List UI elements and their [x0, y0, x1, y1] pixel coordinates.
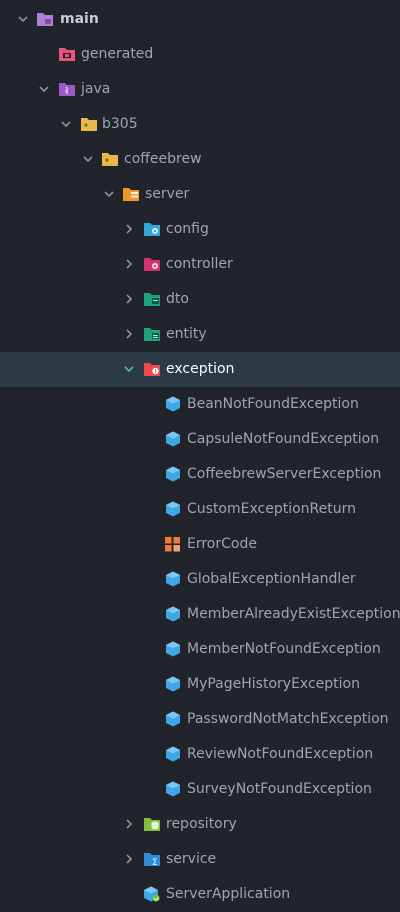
- java-class-icon: [166, 781, 180, 797]
- controller-folder-icon: [144, 258, 160, 271]
- chevron-right-icon[interactable]: [122, 817, 136, 831]
- java-class-icon: [166, 396, 180, 412]
- tree-label: MemberAlreadyExistException: [187, 606, 400, 622]
- tree-label: ServerApplication: [166, 886, 291, 902]
- tree-label: controller: [166, 256, 233, 272]
- svg-text:Σ: Σ: [152, 858, 158, 867]
- package-folder-icon: [81, 118, 97, 131]
- tree-row-main[interactable]: main: [0, 2, 400, 37]
- tree-label: CoffeebrewServerException: [187, 466, 382, 482]
- config-folder-icon: [144, 223, 160, 236]
- service-folder-icon: Σ: [144, 853, 160, 867]
- tree-row-class[interactable]: CustomExceptionReturn: [0, 492, 400, 527]
- project-tree: main generated java b305 coffeebrew serv…: [0, 0, 400, 909]
- package-folder-icon: [102, 153, 118, 166]
- source-root-folder-icon: [59, 83, 75, 96]
- tree-label: main: [60, 11, 99, 27]
- server-package-folder-icon: [123, 188, 139, 201]
- tree-row-service[interactable]: Σ service: [0, 842, 400, 877]
- chevron-right-icon[interactable]: [122, 327, 136, 341]
- tree-label: CustomExceptionReturn: [187, 501, 356, 517]
- tree-row-controller[interactable]: controller: [0, 247, 400, 282]
- tree-row-coffeebrew[interactable]: coffeebrew: [0, 142, 400, 177]
- tree-row-class[interactable]: PasswordNotMatchException: [0, 702, 400, 737]
- tree-row-class[interactable]: MyPageHistoryException: [0, 667, 400, 702]
- tree-row-java[interactable]: java: [0, 72, 400, 107]
- tree-label: repository: [166, 816, 237, 832]
- tree-row-class[interactable]: ReviewNotFoundException: [0, 737, 400, 772]
- chevron-down-icon[interactable]: [122, 362, 136, 376]
- tree-row-repository[interactable]: repository: [0, 807, 400, 842]
- java-class-icon: [166, 676, 180, 692]
- chevron-right-icon[interactable]: [122, 222, 136, 236]
- tree-label: MyPageHistoryException: [187, 676, 360, 692]
- tree-row-class[interactable]: MemberNotFoundException: [0, 632, 400, 667]
- java-class-icon: [166, 606, 180, 622]
- tree-label: entity: [166, 326, 207, 342]
- tree-label: PasswordNotMatchException: [187, 711, 389, 727]
- spring-application-icon: [144, 886, 160, 902]
- tree-row-class[interactable]: CoffeebrewServerException: [0, 457, 400, 492]
- java-class-icon: [166, 431, 180, 447]
- chevron-down-icon[interactable]: [102, 187, 116, 201]
- tree-label: b305: [102, 116, 138, 132]
- tree-label: ReviewNotFoundException: [187, 746, 374, 762]
- java-class-icon: [166, 641, 180, 657]
- tree-label: service: [166, 851, 217, 867]
- tree-label: CapsuleNotFoundException: [187, 431, 380, 447]
- tree-row-generated[interactable]: generated: [0, 37, 400, 72]
- java-class-icon: [166, 466, 180, 482]
- tree-row-class[interactable]: BeanNotFoundException: [0, 387, 400, 422]
- chevron-down-icon[interactable]: [16, 12, 30, 26]
- tree-row-config[interactable]: config: [0, 212, 400, 247]
- java-class-icon: [166, 501, 180, 517]
- chevron-right-icon[interactable]: [122, 257, 136, 271]
- tree-row-exception[interactable]: exception: [0, 352, 400, 387]
- generated-folder-icon: [59, 48, 75, 61]
- tree-label: BeanNotFoundException: [187, 396, 359, 412]
- chevron-right-icon[interactable]: [122, 292, 136, 306]
- tree-label: coffeebrew: [124, 151, 202, 167]
- tree-label: java: [81, 81, 111, 97]
- tree-row-entity[interactable]: entity: [0, 317, 400, 352]
- dto-folder-icon: [144, 293, 160, 306]
- tree-label: GlobalExceptionHandler: [187, 571, 356, 587]
- tree-row-server-application[interactable]: ServerApplication: [0, 877, 400, 912]
- tree-row-b305[interactable]: b305: [0, 107, 400, 142]
- repository-folder-icon: [144, 818, 160, 831]
- chevron-down-icon[interactable]: [59, 117, 73, 131]
- tree-row-class[interactable]: GlobalExceptionHandler: [0, 562, 400, 597]
- tree-row-class[interactable]: SurveyNotFoundException: [0, 772, 400, 807]
- tree-label: generated: [81, 46, 154, 62]
- chevron-right-icon[interactable]: [122, 852, 136, 866]
- tree-label: exception: [166, 361, 235, 377]
- chevron-down-icon[interactable]: [37, 82, 51, 96]
- tree-label: MemberNotFoundException: [187, 641, 381, 657]
- tree-row-class[interactable]: CapsuleNotFoundException: [0, 422, 400, 457]
- tree-row-dto[interactable]: dto: [0, 282, 400, 317]
- chevron-down-icon[interactable]: [81, 152, 95, 166]
- tree-label: SurveyNotFoundException: [187, 781, 372, 797]
- tree-label: ErrorCode: [187, 536, 257, 552]
- tree-label: dto: [166, 291, 189, 307]
- enum-icon: [165, 537, 180, 552]
- tree-row-server[interactable]: server: [0, 177, 400, 212]
- java-class-icon: [166, 746, 180, 762]
- tree-row-class[interactable]: MemberAlreadyExistException: [0, 597, 400, 632]
- module-folder-icon: [37, 13, 53, 26]
- exception-folder-icon: [144, 363, 160, 376]
- tree-row-enum[interactable]: ErrorCode: [0, 527, 400, 562]
- java-class-icon: [166, 711, 180, 727]
- tree-label: config: [166, 221, 209, 237]
- tree-label: server: [145, 186, 190, 202]
- java-class-icon: [166, 571, 180, 587]
- entity-folder-icon: [144, 328, 160, 341]
